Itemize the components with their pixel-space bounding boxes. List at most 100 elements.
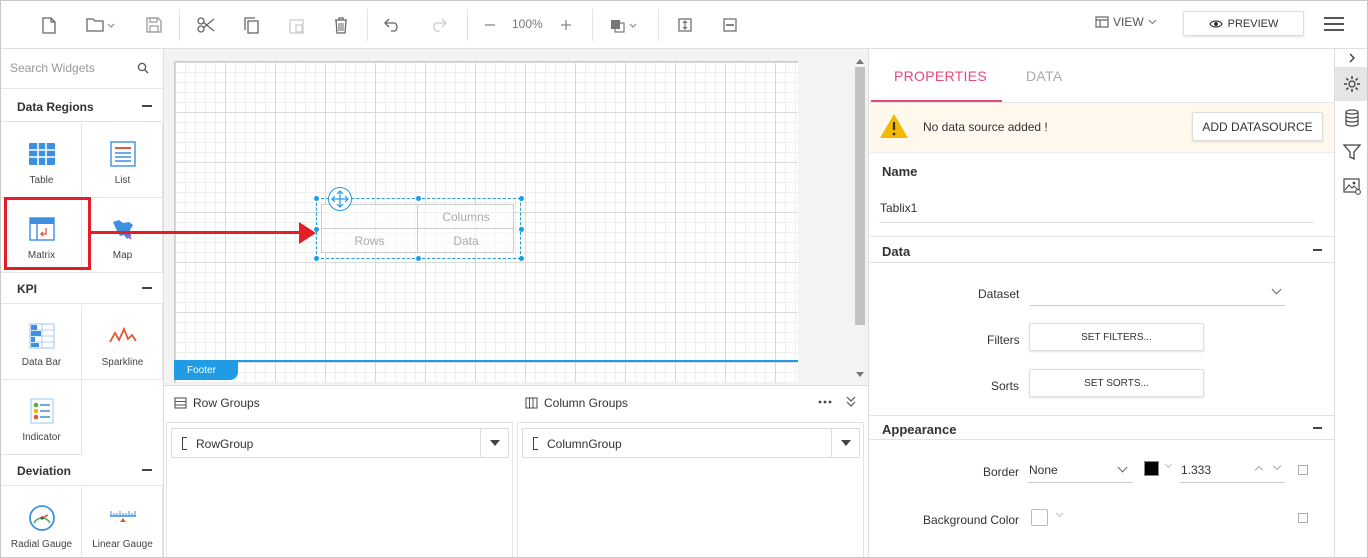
row-group-menu-icon[interactable]	[480, 429, 508, 457]
resize-handle[interactable]	[314, 196, 319, 201]
category-label: Data Regions	[17, 100, 94, 114]
border-style-dropdown[interactable]: None	[1028, 457, 1133, 483]
view-dropdown[interactable]: VIEW	[1095, 15, 1157, 29]
border-checkbox[interactable]	[1298, 465, 1308, 475]
set-sorts-button[interactable]: SET SORTS...	[1029, 369, 1204, 397]
category-label: Deviation	[17, 464, 72, 478]
background-checkbox[interactable]	[1298, 513, 1308, 523]
resize-handle[interactable]	[519, 196, 524, 201]
widget-list[interactable]: List	[82, 123, 163, 198]
widget-label: Data Bar	[21, 357, 62, 368]
border-label: Border	[983, 465, 1020, 479]
footer-tab[interactable]: Footer	[174, 362, 238, 380]
matrix-data-cell[interactable]: Data	[418, 229, 514, 253]
category-kpi[interactable]: KPI	[1, 272, 163, 304]
appearance-section-heading: Appearance	[882, 422, 957, 437]
zoom-in-icon[interactable]	[556, 13, 576, 37]
widget-indicator[interactable]: Indicator	[1, 380, 82, 455]
database-icon[interactable]	[1335, 101, 1367, 135]
table-icon	[29, 143, 55, 165]
column-group-item[interactable]: ColumnGroup	[522, 428, 860, 458]
chevron-down-icon[interactable]	[1164, 460, 1173, 469]
increment-icon[interactable]	[1254, 465, 1264, 475]
category-deviation[interactable]: Deviation	[1, 454, 163, 486]
annotation-arrow-line	[91, 231, 299, 234]
undo-icon[interactable]	[382, 13, 404, 37]
footer-divider	[174, 360, 798, 362]
category-data-regions[interactable]: Data Regions	[1, 90, 163, 122]
section-divider	[869, 236, 1335, 237]
move-icon[interactable]	[328, 187, 352, 211]
background-color-swatch[interactable]	[1031, 509, 1048, 526]
border-color-swatch[interactable]	[1144, 461, 1159, 476]
search-icon[interactable]	[137, 62, 149, 74]
redo-icon	[427, 13, 449, 37]
collapse-icon[interactable]	[142, 469, 152, 471]
resize-handle[interactable]	[519, 227, 524, 232]
chevron-down-icon[interactable]	[1055, 509, 1064, 518]
widget-data-bar[interactable]: Data Bar	[1, 305, 82, 380]
insert-row-icon[interactable]	[675, 13, 695, 37]
row-groups-header: Row Groups	[174, 396, 260, 410]
widget-linear-gauge[interactable]: Linear Gauge	[82, 487, 163, 557]
column-group-name: ColumnGroup	[547, 437, 622, 451]
matrix-columns-cell[interactable]: Columns	[418, 205, 514, 229]
collapse-data-icon[interactable]	[1313, 249, 1322, 251]
resize-handle[interactable]	[416, 256, 421, 261]
new-file-icon[interactable]	[39, 13, 59, 37]
add-datasource-button[interactable]: ADD DATASOURCE	[1192, 112, 1323, 141]
widget-map[interactable]: Map	[82, 198, 163, 273]
expand-panel-icon[interactable]	[1335, 49, 1367, 67]
toolbar-separator	[367, 9, 368, 41]
section-divider	[869, 415, 1335, 416]
widget-radial-gauge[interactable]: Radial Gauge	[1, 487, 82, 557]
dataset-dropdown[interactable]	[1030, 277, 1285, 306]
search-widgets-input[interactable]	[10, 61, 130, 75]
arrange-icon[interactable]	[610, 13, 640, 37]
delete-row-icon[interactable]	[720, 13, 740, 37]
delete-icon[interactable]	[331, 13, 351, 37]
tab-data[interactable]: DATA	[1026, 68, 1062, 84]
row-group-item[interactable]: RowGroup	[171, 428, 509, 458]
decrement-icon[interactable]	[1272, 461, 1282, 471]
image-manager-icon[interactable]	[1335, 169, 1367, 203]
matrix-table[interactable]: Columns Rows Data	[321, 204, 514, 253]
preview-button[interactable]: PREVIEW	[1183, 11, 1304, 36]
filter-icon[interactable]	[1335, 135, 1367, 169]
side-icon-strip	[1334, 49, 1367, 557]
tab-properties[interactable]: PROPERTIES	[894, 68, 987, 84]
scroll-up-icon[interactable]	[856, 59, 864, 64]
collapse-panel-icon[interactable]	[845, 394, 857, 411]
menu-icon[interactable]	[1324, 17, 1344, 33]
cut-icon[interactable]	[195, 13, 217, 37]
widget-panel: Data Regions Table List	[1, 49, 164, 557]
preview-label: PREVIEW	[1227, 17, 1279, 30]
resize-handle[interactable]	[314, 256, 319, 261]
widget-label: Indicator	[22, 432, 61, 443]
design-canvas[interactable]: Footer Columns Rows Data	[164, 49, 868, 385]
resize-handle[interactable]	[416, 196, 421, 201]
settings-icon[interactable]	[1335, 67, 1367, 101]
scroll-down-icon[interactable]	[856, 372, 864, 377]
widget-label: Linear Gauge	[92, 539, 153, 550]
border-width-input[interactable]: 1.333	[1180, 457, 1285, 483]
name-field[interactable]: Tablix1	[880, 201, 917, 215]
zoom-out-icon[interactable]	[480, 13, 500, 37]
collapse-appearance-icon[interactable]	[1313, 427, 1322, 429]
scroll-thumb[interactable]	[855, 67, 865, 325]
copy-icon[interactable]	[241, 13, 261, 37]
collapse-icon[interactable]	[142, 105, 152, 107]
warning-icon	[880, 114, 908, 138]
view-label: VIEW	[1113, 15, 1144, 29]
set-filters-button[interactable]: SET FILTERS...	[1029, 323, 1204, 351]
more-options-icon[interactable]	[817, 394, 833, 413]
canvas-scrollbar[interactable]	[853, 59, 865, 379]
resize-handle[interactable]	[519, 256, 524, 261]
column-group-menu-icon[interactable]	[831, 429, 859, 457]
open-folder-icon[interactable]	[85, 13, 117, 37]
collapse-icon[interactable]	[142, 287, 152, 289]
chevron-down-icon	[1271, 284, 1282, 295]
matrix-rows-cell[interactable]: Rows	[322, 229, 418, 253]
widget-sparkline[interactable]: Sparkline	[82, 305, 163, 380]
widget-table[interactable]: Table	[1, 123, 82, 198]
